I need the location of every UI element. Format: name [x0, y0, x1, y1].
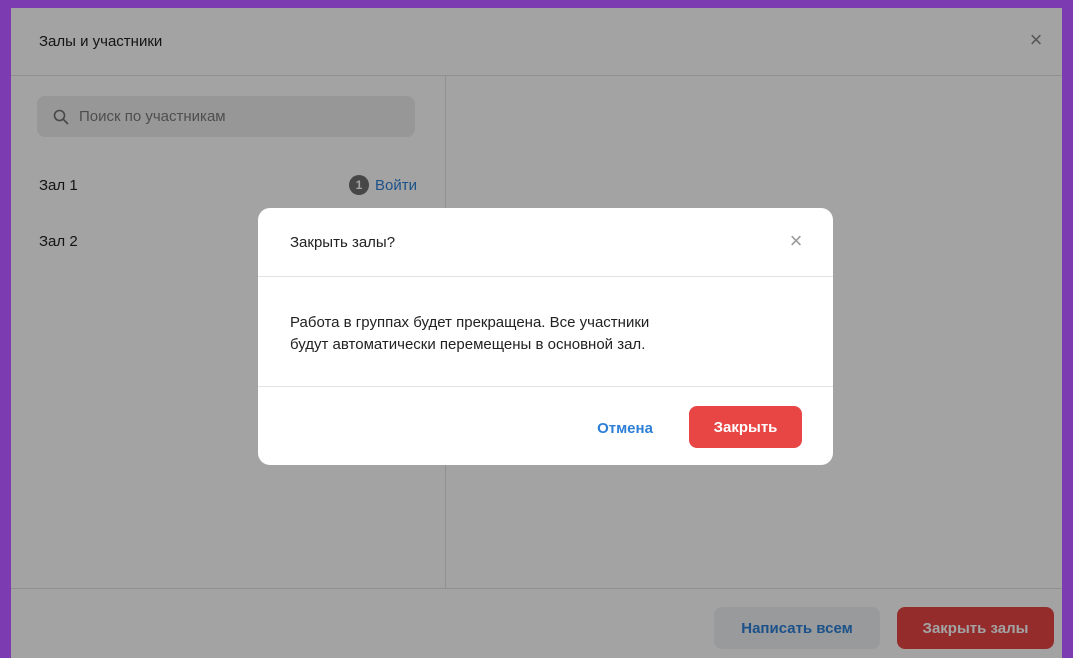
modal-title: Закрыть залы? — [290, 233, 396, 251]
modal-message: Работа в группах будет прекращена. Все у… — [290, 312, 770, 356]
close-icon[interactable]: × — [787, 230, 805, 252]
confirm-close-button[interactable]: Закрыть — [689, 406, 802, 448]
modal-header: Закрыть залы? × — [258, 208, 833, 277]
modal-message-line: будут автоматически перемещены в основно… — [290, 336, 646, 353]
rooms-dialog: Залы и участники × Поиск по участникам З… — [11, 8, 1062, 658]
cancel-button[interactable]: Отмена — [580, 408, 670, 448]
modal-message-line: Работа в группах будет прекращена. Все у… — [290, 314, 650, 331]
modal-divider — [258, 386, 833, 387]
app-frame: Залы и участники × Поиск по участникам З… — [0, 0, 1073, 658]
confirm-close-modal: Закрыть залы? × Работа в группах будет п… — [258, 208, 833, 465]
